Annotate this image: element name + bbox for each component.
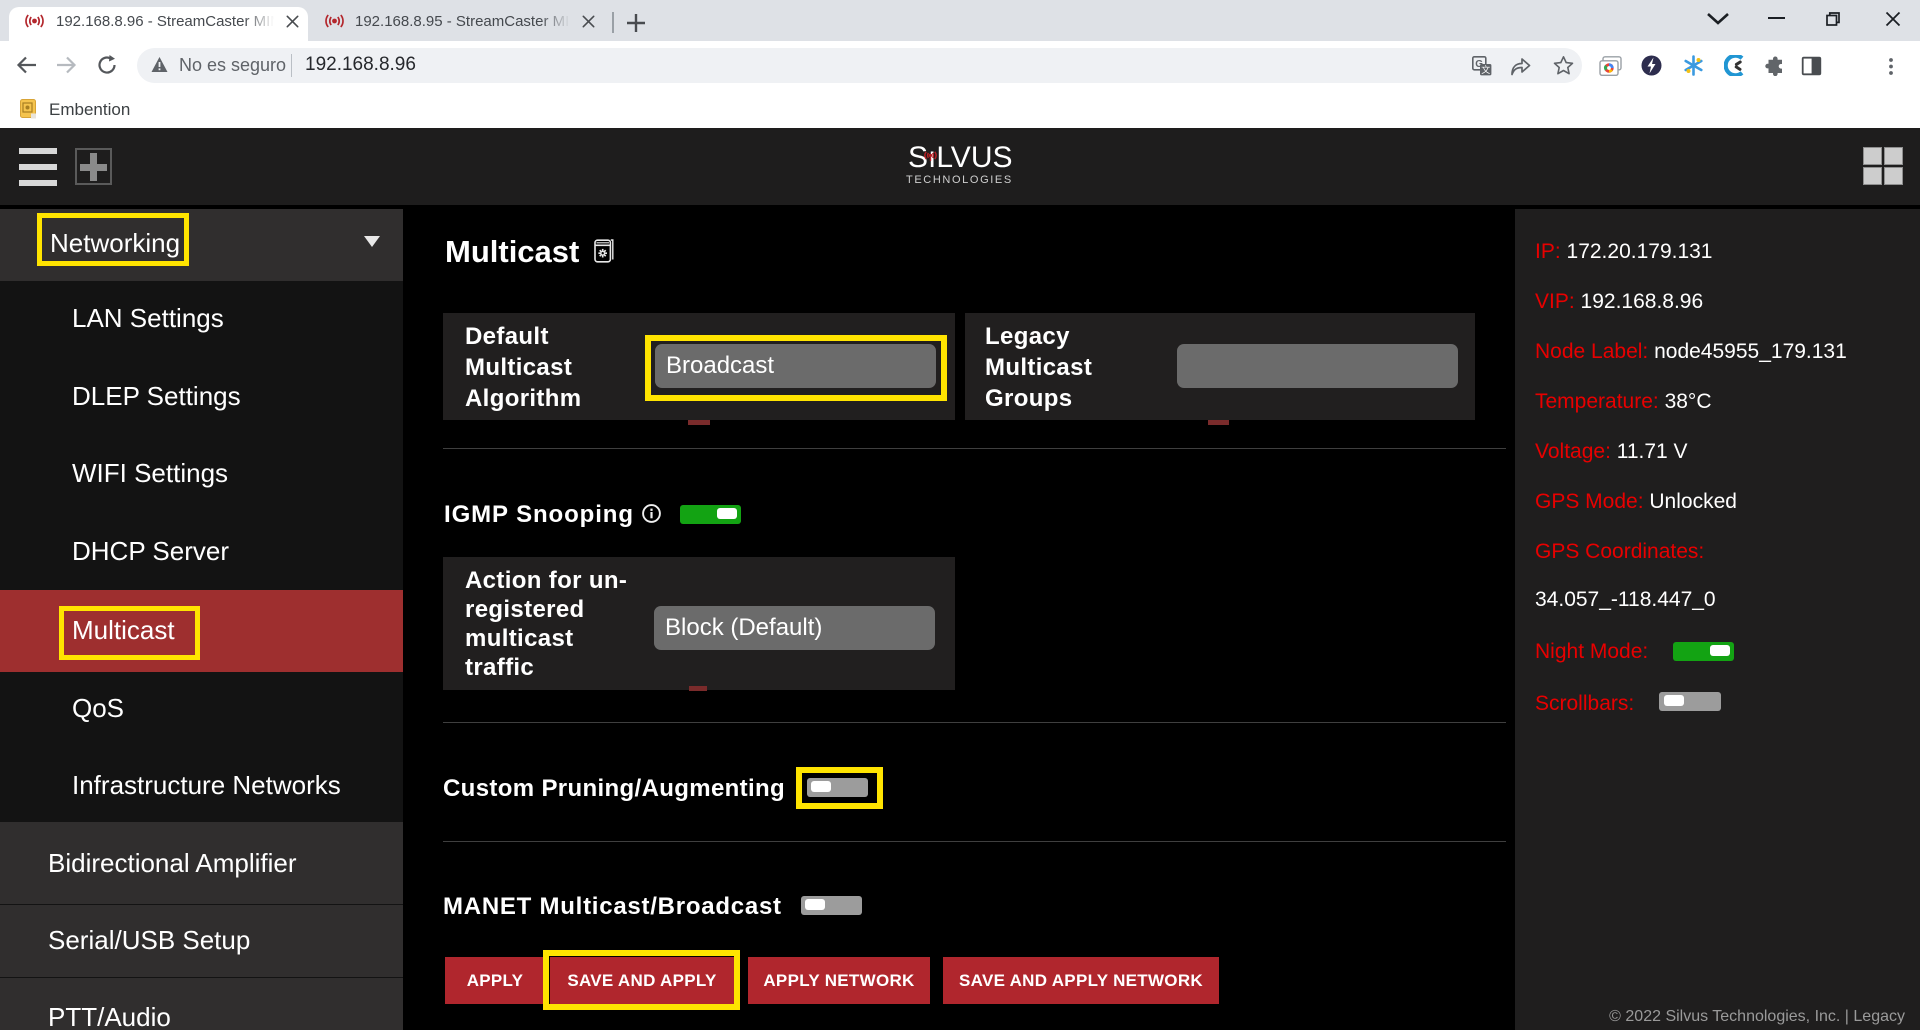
svg-text:文: 文 [1481, 64, 1490, 75]
